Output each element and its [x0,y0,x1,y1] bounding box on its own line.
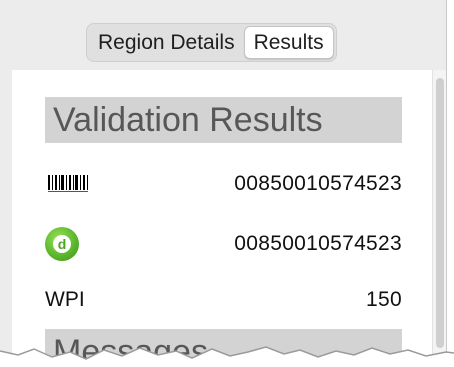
wpi-label: WPI [45,288,85,311]
tab-region-details[interactable]: Region Details [89,26,244,59]
wpi-row: WPI 150 [45,282,402,318]
digimarc-value: 00850010574523 [234,232,402,255]
scrollbar[interactable] [432,70,446,360]
scrollbar-thumb[interactable] [436,78,444,348]
barcode-icon [45,173,91,195]
digimarc-result-row: d 00850010574523 [45,226,402,262]
digimarc-icon: d [45,227,79,261]
barcode-result-row: 00850010574523 [45,166,402,202]
torn-edge [0,346,454,367]
tab-results[interactable]: Results [243,26,334,59]
segmented-tab-control: Region Details Results [86,23,337,62]
wpi-value: 150 [366,288,402,311]
results-window: Region Details Results Validation Result… [0,0,447,360]
validation-results-header: Validation Results [45,97,402,143]
results-panel: Validation Results 00850010574523 d 0085… [12,70,432,360]
barcode-value: 00850010574523 [234,172,402,195]
